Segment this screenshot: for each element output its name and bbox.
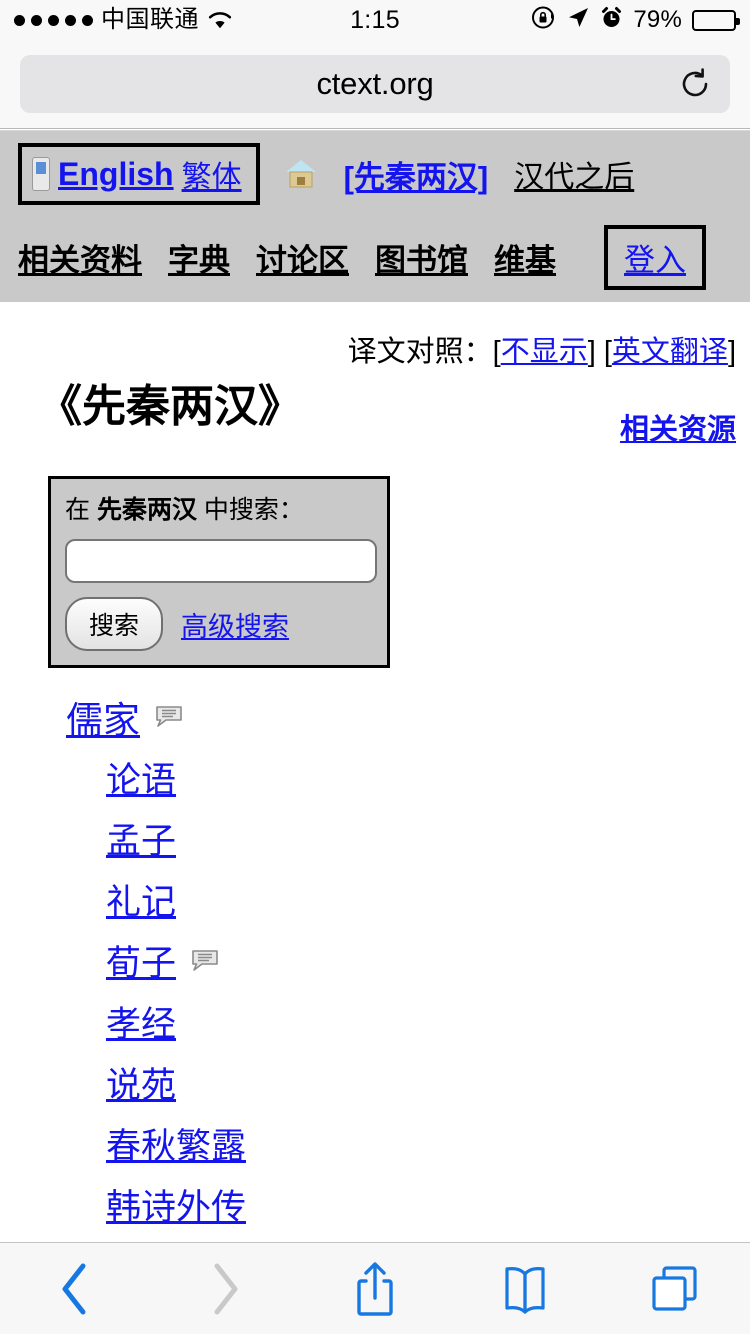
- era-after-han-link[interactable]: 汉代之后: [514, 152, 634, 196]
- page-title-row: 《先秦两汉》 相关资源: [0, 370, 750, 448]
- status-bar-left: 中国联通: [14, 8, 350, 32]
- related-resources-link[interactable]: 相关资源: [620, 406, 736, 448]
- translation-none-link[interactable]: 不显示: [501, 336, 588, 368]
- book-link[interactable]: 孟子: [106, 813, 176, 864]
- search-input[interactable]: [65, 539, 377, 583]
- bracket-open: [: [492, 336, 501, 368]
- share-icon[interactable]: [329, 1254, 421, 1324]
- nav-link-wiki[interactable]: 维基: [494, 235, 556, 280]
- safari-browser-window: 中国联通 1:15 79% ctext.org English 繁体 [先秦两汉…: [0, 0, 750, 1334]
- language-switch-box[interactable]: English 繁体: [18, 143, 260, 205]
- carrier-label: 中国联通: [101, 6, 199, 33]
- book-list-item: 孟子: [0, 813, 750, 864]
- book-list-item: 论语: [0, 752, 750, 803]
- tabs-icon[interactable]: [629, 1254, 721, 1324]
- forward-chevron-icon: [179, 1254, 271, 1324]
- translation-english-link[interactable]: 英文翻译: [612, 336, 728, 368]
- battery-percent-label: 79%: [633, 6, 683, 33]
- book-list-item: 孝经: [0, 996, 750, 1047]
- book-link[interactable]: 孝经: [106, 996, 176, 1047]
- location-arrow-icon: [566, 6, 590, 35]
- book-link[interactable]: 春秋繁露: [106, 1118, 246, 1169]
- status-bar-right: 79%: [400, 5, 741, 35]
- advanced-search-link[interactable]: 高级搜索: [181, 605, 289, 644]
- browser-url-bar-container: ctext.org: [0, 40, 750, 129]
- era-current-link[interactable]: [先秦两汉]: [344, 152, 489, 197]
- page-content: 译文对照：[不显示] [英文翻译] 《先秦两汉》 相关资源 在 先秦两汉 中搜索…: [0, 302, 750, 1242]
- login-label: 登入: [624, 242, 686, 278]
- search-scope-label: 在 先秦两汉 中搜索：: [65, 495, 373, 525]
- site-nav-row-top: English 繁体 [先秦两汉] 汉代之后: [0, 131, 750, 217]
- url-field[interactable]: ctext.org: [20, 55, 730, 113]
- reload-icon[interactable]: [678, 67, 712, 101]
- book-link[interactable]: 礼记: [106, 874, 176, 925]
- search-label-scope: 先秦两汉: [96, 496, 197, 524]
- clock: 1:15: [350, 5, 400, 34]
- bracket-close: ]: [727, 336, 736, 368]
- site-nav-row-bottom: 相关资料 字典 讨论区 图书馆 维基 登入: [0, 217, 750, 297]
- nav-link-library[interactable]: 图书馆: [375, 235, 468, 280]
- comment-note-icon[interactable]: [154, 705, 184, 729]
- mobile-device-icon[interactable]: [32, 157, 50, 191]
- book-category-item: 儒家: [0, 690, 750, 744]
- search-button[interactable]: 搜索: [65, 597, 164, 651]
- login-button[interactable]: 登入: [604, 224, 706, 290]
- nav-link-forum[interactable]: 讨论区: [256, 235, 349, 280]
- traditional-chinese-link[interactable]: 繁体: [182, 152, 242, 196]
- battery-icon: [692, 9, 741, 31]
- browser-bottom-toolbar: [0, 1242, 750, 1334]
- english-link[interactable]: English: [58, 156, 174, 193]
- book-link[interactable]: 韩诗外传: [106, 1179, 246, 1230]
- book-list-item: 春秋繁露: [0, 1118, 750, 1169]
- book-category-link[interactable]: 儒家: [66, 690, 140, 744]
- translation-label: 译文对照：: [347, 336, 493, 368]
- bookmarks-book-icon[interactable]: [479, 1254, 571, 1324]
- comment-note-icon[interactable]: [190, 949, 220, 973]
- book-link[interactable]: 论语: [106, 752, 176, 803]
- home-icon[interactable]: [284, 157, 318, 191]
- translation-toggle-row: 译文对照：[不显示] [英文翻译]: [0, 302, 750, 370]
- search-controls: 搜索 高级搜索: [65, 597, 373, 651]
- book-list-item: 礼记: [0, 874, 750, 925]
- book-list-item: 荀子: [0, 935, 750, 986]
- url-text: ctext.org: [316, 66, 434, 101]
- bracket-mid: ] [: [587, 336, 612, 368]
- nav-link-dictionary[interactable]: 字典: [168, 235, 230, 280]
- status-bar: 中国联通 1:15 79%: [0, 0, 750, 40]
- rotation-lock-icon: [531, 5, 556, 35]
- search-label-suffix: 中搜索：: [196, 496, 304, 524]
- wifi-icon: [207, 10, 233, 30]
- nav-link-related-materials[interactable]: 相关资料: [18, 235, 142, 280]
- alarm-clock-icon: [600, 6, 623, 34]
- book-link[interactable]: 荀子: [106, 935, 176, 986]
- book-list: 儒家论语孟子礼记荀子孝经说苑春秋繁露韩诗外传大戴礼记白虎通德论: [0, 690, 750, 1242]
- search-label-prefix: 在: [65, 496, 97, 524]
- site-navigation-bar: English 繁体 [先秦两汉] 汉代之后 相关资料 字典 讨论区 图书馆 维…: [0, 130, 750, 302]
- search-panel: 在 先秦两汉 中搜索： 搜索 高级搜索: [48, 476, 390, 668]
- signal-strength-dots: [14, 14, 93, 26]
- book-list-item: 说苑: [0, 1057, 750, 1108]
- book-link[interactable]: 说苑: [106, 1057, 176, 1108]
- book-list-item: 韩诗外传: [0, 1179, 750, 1230]
- page-title: 《先秦两汉》: [38, 382, 302, 431]
- back-chevron-icon[interactable]: [29, 1254, 121, 1324]
